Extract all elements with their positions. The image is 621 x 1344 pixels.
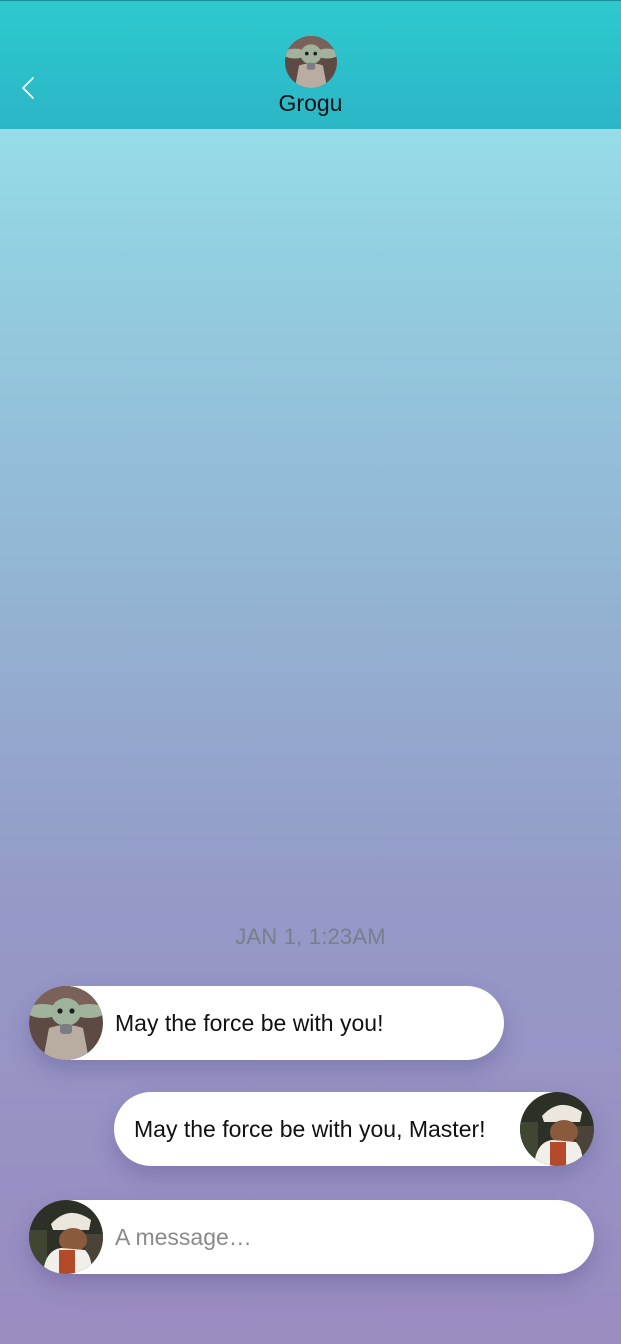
message-composer: [29, 1200, 594, 1274]
message-text: May the force be with you!: [115, 1010, 384, 1036]
message-text: May the force be with you, Master!: [134, 1116, 486, 1142]
message-timestamp: JAN 1, 1:23AM: [235, 924, 386, 949]
incoming-message-bubble[interactable]: May the force be with you!: [29, 986, 504, 1060]
contact-name: Grogu: [278, 90, 343, 116]
contact-avatar[interactable]: [285, 36, 337, 88]
user-avatar[interactable]: [520, 1092, 594, 1166]
chat-header: Grogu: [0, 0, 621, 129]
outgoing-message-bubble[interactable]: May the force be with you, Master!: [114, 1092, 594, 1166]
user-avatar[interactable]: [29, 1200, 103, 1274]
grogu-avatar[interactable]: [29, 986, 103, 1060]
message-input[interactable]: [115, 1210, 565, 1264]
